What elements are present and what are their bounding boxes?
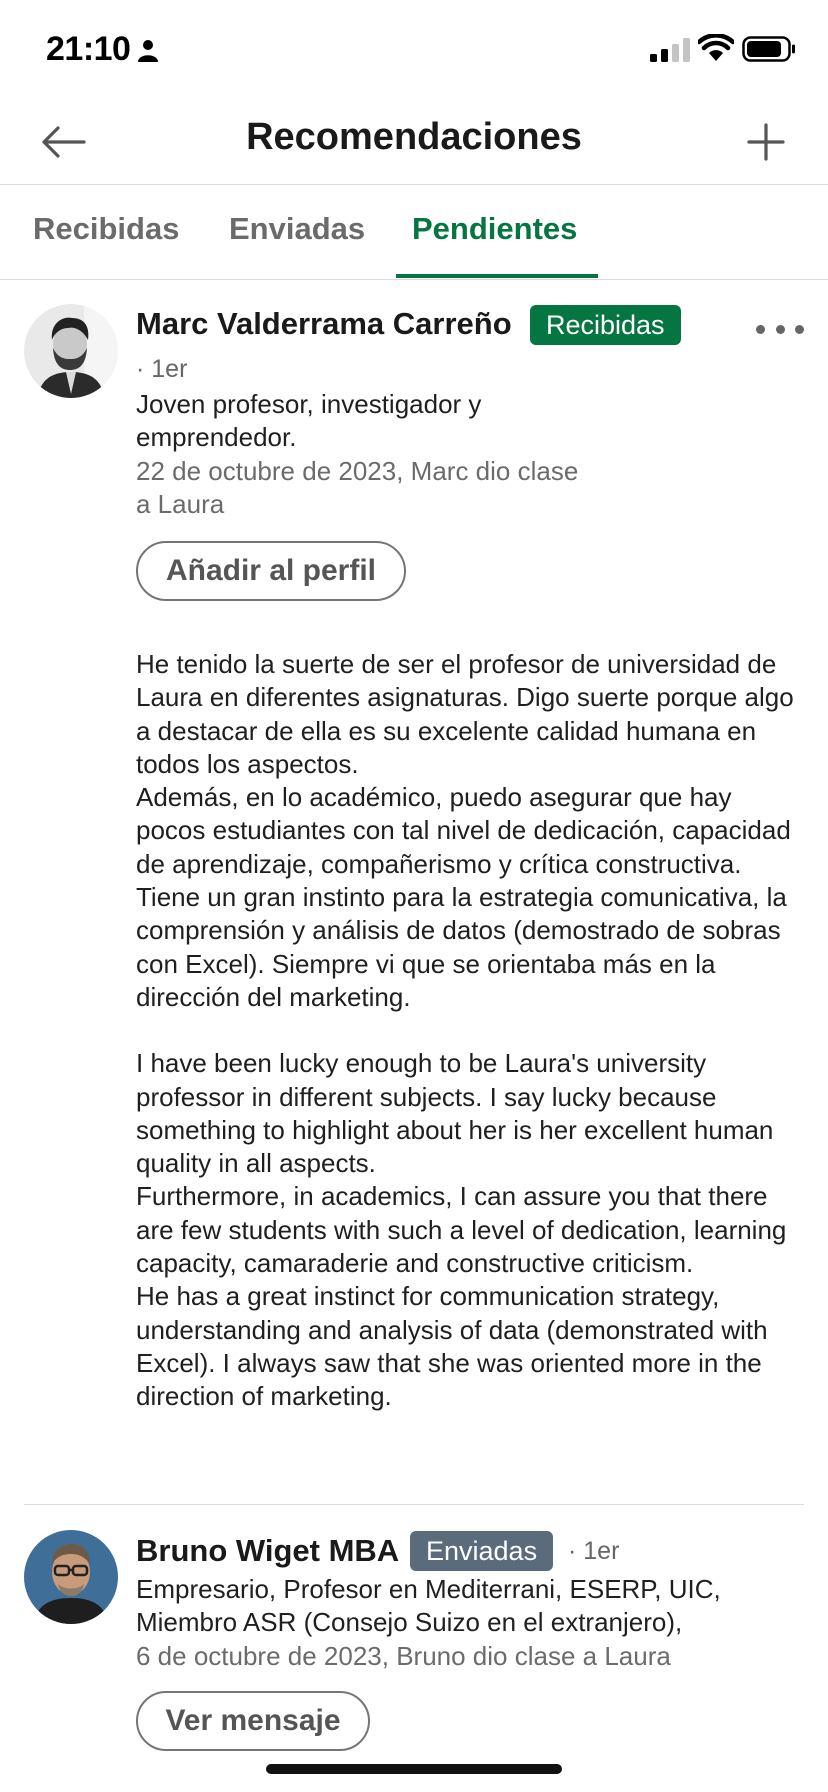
date-line: a Laura (136, 489, 225, 519)
recommendation-date: 22 de octubre de 2023, Marc dio clase a … (136, 455, 578, 521)
add-recommendation-button[interactable] (740, 116, 792, 168)
recommender-headline: Empresario, Profesor en Mediterrani, ESE… (136, 1573, 816, 1639)
avatar-photo (24, 304, 118, 398)
paragraph: Furthermore, in academics, I can assure … (136, 1181, 787, 1279)
recommendation-text: He tenido la suerte de ser el profesor d… (136, 648, 806, 1414)
person-icon (138, 40, 158, 62)
tab-pendientes[interactable]: Pendientes (412, 211, 577, 247)
headline-line: Joven profesor, investigador y (136, 389, 482, 419)
status-badge: Enviadas (410, 1531, 554, 1571)
wifi-icon (698, 34, 734, 61)
recommender-name[interactable]: Bruno Wiget MBA (136, 1533, 399, 1569)
status-time: 21:10 (46, 30, 131, 68)
tab-recibidas[interactable]: Recibidas (33, 211, 179, 247)
view-message-button[interactable]: Ver mensaje (136, 1691, 370, 1751)
tab-bar: Recibidas Enviadas Pendientes (0, 185, 828, 280)
avatar[interactable] (24, 1530, 118, 1624)
active-tab-indicator (396, 274, 598, 278)
paragraph: He has a great instinct for communicatio… (136, 1281, 768, 1412)
paragraph: He tenido la suerte de ser el profesor d… (136, 649, 794, 779)
signal-icon (650, 38, 690, 62)
status-badge: Recibidas (530, 305, 681, 345)
more-options-button[interactable] (756, 314, 804, 344)
paragraph: Tiene un gran instinto para la estrategi… (136, 882, 787, 1012)
paragraph-spacer (136, 1014, 806, 1047)
connection-degree: · 1er (136, 355, 188, 383)
paragraph: I have been lucky enough to be Laura's u… (136, 1048, 774, 1179)
paragraph: Además, en lo académico, puedo asegurar … (136, 782, 791, 879)
avatar[interactable] (24, 304, 118, 398)
avatar-photo (24, 1530, 118, 1624)
recommender-name[interactable]: Marc Valderrama Carreño (136, 306, 512, 342)
home-indicator (266, 1764, 562, 1774)
status-bar: 21:10 (0, 0, 828, 100)
headline-line: emprendedor. (136, 422, 297, 452)
add-to-profile-button[interactable]: Añadir al perfil (136, 541, 406, 601)
dot (795, 324, 804, 334)
tab-enviadas[interactable]: Enviadas (229, 211, 365, 247)
dot (775, 324, 785, 334)
date-line: 22 de octubre de 2023, Marc dio clase (136, 456, 579, 486)
battery-icon (742, 36, 795, 62)
headline-line: Empresario, Profesor en Mediterrani, ESE… (136, 1574, 721, 1604)
headline-line: Miembro ASR (Consejo Suizo en el extranj… (136, 1607, 683, 1637)
dot (756, 324, 765, 334)
page-title: Recomendaciones (246, 116, 582, 158)
divider (24, 1504, 804, 1505)
date-line: 6 de octubre de 2023, Bruno dio clase a … (136, 1641, 671, 1671)
plus-icon (747, 123, 785, 161)
top-bar: Recomendaciones (0, 100, 828, 185)
connection-degree: · 1er (568, 1537, 620, 1565)
recommender-headline: Joven profesor, investigador y emprended… (136, 388, 481, 454)
recommendation-date: 6 de octubre de 2023, Bruno dio clase a … (136, 1640, 671, 1673)
